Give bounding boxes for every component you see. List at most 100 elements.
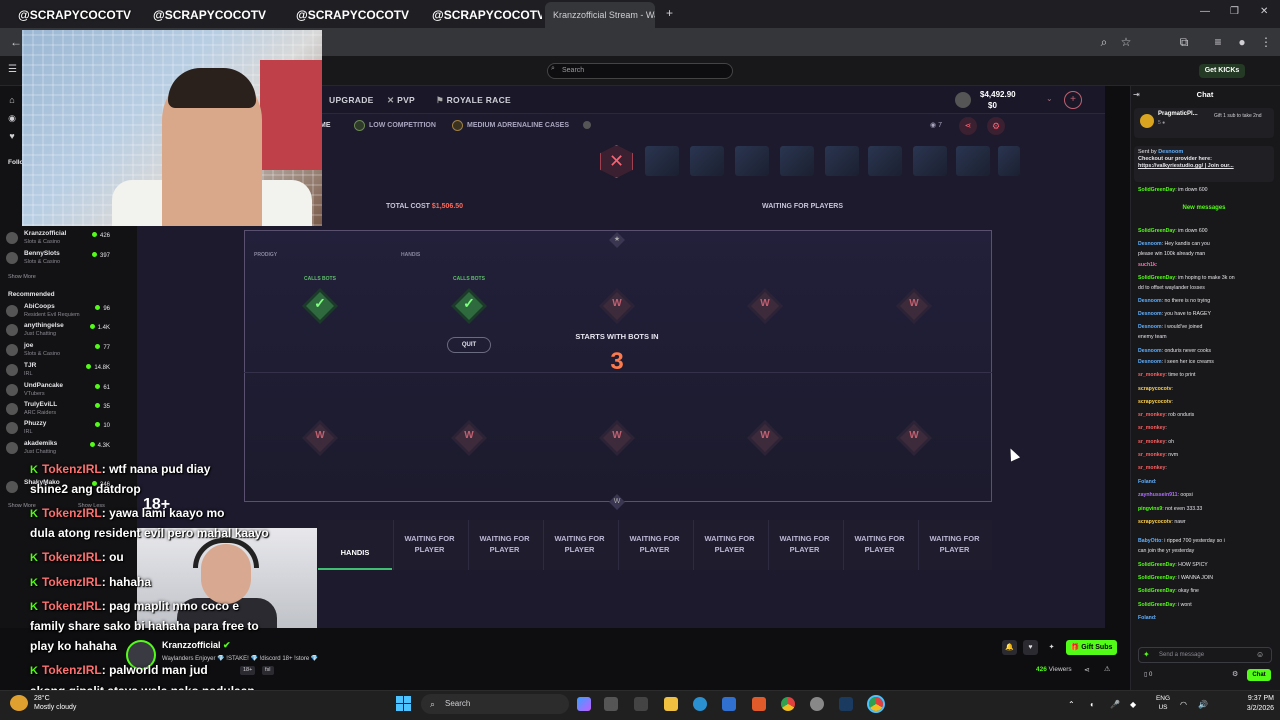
nav-pvp[interactable]: ✕ PVP (387, 95, 415, 106)
menu-dots-icon[interactable]: ⋮ (1258, 34, 1274, 50)
chat-username[interactable]: scrapycocotv (1138, 519, 1171, 525)
chat-username[interactable]: SolidGreenDay (1138, 275, 1175, 281)
chat-username[interactable]: zaynhussein911 (1138, 492, 1178, 498)
close-window-icon[interactable]: ✕ (1260, 6, 1268, 17)
tab-active[interactable]: Kranzzofficial Stream - Watc (545, 2, 655, 28)
search-input[interactable]: Search (547, 63, 733, 79)
info-icon[interactable] (583, 121, 591, 129)
maximize-icon[interactable]: ❐ (1230, 6, 1239, 17)
chat-username[interactable]: sr_monkey (1138, 465, 1165, 471)
chat-username[interactable]: SolidGreenDay (1138, 562, 1175, 568)
hamburger-icon[interactable]: ☰ (8, 64, 17, 75)
chat-username[interactable]: SolidGreenDay (1138, 187, 1175, 193)
share-icon[interactable]: ⋖ (959, 117, 977, 135)
volume-icon[interactable]: 🔊 (1198, 700, 1208, 709)
stream-tag[interactable]: fsl (262, 666, 274, 675)
media-icon[interactable]: ≡ (1210, 34, 1226, 50)
chat-username[interactable]: BabyOtto (1138, 538, 1161, 544)
chat-settings-icon[interactable]: ⚙ (1232, 670, 1238, 678)
nav-royale-race[interactable]: ⚑ ROYALE RACE (436, 95, 511, 106)
chat-username[interactable]: SolidGreenDay (1138, 575, 1175, 581)
new-messages-divider[interactable]: New messages (1134, 205, 1274, 211)
gift-subs-button[interactable]: 🎁 Gift Subs (1066, 640, 1117, 655)
steam-icon[interactable] (839, 697, 853, 711)
add-funds-icon[interactable]: + (1064, 91, 1082, 109)
wifi-icon[interactable]: ◠ (1180, 700, 1187, 709)
bookmark-star-icon[interactable]: ☆ (1118, 34, 1134, 50)
weather-widget[interactable]: 28°C Mostly cloudy (34, 694, 76, 712)
tray-chevron-icon[interactable]: ⌃ (1068, 700, 1075, 709)
streamer-name[interactable]: Kranzzofficial ✔ (162, 640, 231, 651)
extensions-icon[interactable]: ⧉ (1176, 34, 1192, 50)
chat-username[interactable]: SolidGreenDay (1138, 228, 1175, 234)
weather-icon[interactable] (10, 695, 28, 711)
recommended-channel[interactable]: akademiks Just Chatting 4.3K (6, 440, 110, 458)
bell-icon[interactable]: 🔔 (1002, 640, 1017, 655)
taskbar-search[interactable]: Search (421, 694, 569, 714)
chat-username[interactable]: SolidGreenDay (1138, 588, 1175, 594)
recommended-channel[interactable]: joe Slots & Casino 77 (6, 342, 110, 360)
followed-channel[interactable]: BennySlots Slots & Casino 397 (6, 250, 110, 268)
stream-tag[interactable]: 18+ (240, 666, 256, 675)
minimize-icon[interactable]: — (1200, 6, 1210, 17)
chat-username[interactable]: sr_monkey (1138, 452, 1165, 458)
emoji-icon[interactable]: ☺ (1256, 650, 1264, 659)
microphone-icon[interactable]: 🎤 (1110, 700, 1120, 709)
report-icon[interactable]: ⚠ (1104, 665, 1110, 673)
chat-username[interactable]: Desnoom (1138, 241, 1162, 247)
file-explorer-icon[interactable] (664, 697, 678, 711)
new-tab-icon[interactable]: + (666, 6, 673, 20)
chat-username[interactable]: Desnoom (1138, 298, 1162, 304)
chrome-active-icon[interactable] (867, 695, 885, 713)
chat-username[interactable]: Desnoom (1138, 348, 1162, 354)
chat-username[interactable]: Desnoom (1138, 311, 1162, 317)
edge-icon[interactable] (693, 697, 707, 711)
recommended-channel[interactable]: TrulyEviLL ARC Raiders 35 (6, 401, 110, 419)
chat-username[interactable]: sr_monkey (1138, 439, 1165, 445)
recommended-channel[interactable]: TJR IRL 14.8K (6, 362, 110, 380)
tab-4[interactable]: @SCRAPYCOCOTV (424, 2, 542, 28)
chat-username[interactable]: such1k (1138, 262, 1156, 268)
chat-username[interactable]: Foland (1138, 479, 1155, 485)
app-icon[interactable] (810, 697, 824, 711)
empty-slot[interactable]: W (896, 288, 932, 324)
chat-username[interactable]: scrapycocotv (1138, 399, 1171, 405)
nav-upgrade[interactable]: UPGRADE (329, 95, 374, 105)
promo-link[interactable]: https://valkyriestudio.gg/ | Join our... (1138, 163, 1270, 170)
chat-username[interactable]: sr_monkey (1138, 412, 1165, 418)
empty-slot[interactable]: W (599, 420, 635, 456)
zoom-icon[interactable]: ⌕ (1096, 34, 1112, 50)
empty-slot[interactable]: W (896, 420, 932, 456)
send-message-input[interactable]: Send a message (1138, 647, 1272, 663)
show-more-link[interactable]: Show More (8, 274, 36, 280)
windows-start-icon[interactable] (396, 696, 412, 712)
tab-1[interactable]: @SCRAPYCOCOTV (10, 2, 140, 28)
system-clock[interactable]: 9:37 PM 3/2/2026 (1218, 694, 1274, 714)
brave-icon[interactable] (752, 697, 766, 711)
app-icon[interactable] (634, 697, 648, 711)
tray-app-icon[interactable]: ◐ (1090, 700, 1095, 709)
recommended-channel[interactable]: AbiCoops Resident Evil Requiem 96 (6, 303, 110, 321)
chevron-down-icon[interactable]: ⌄ (1046, 94, 1053, 103)
tab-2[interactable]: @SCRAPYCOCOTV (145, 2, 285, 28)
share-icon[interactable]: ⋖ (1084, 666, 1090, 674)
followed-channel[interactable]: Kranzzofficial Slots & Casino 426 (6, 230, 110, 248)
avatar[interactable] (955, 92, 971, 108)
empty-slot[interactable]: W (747, 288, 783, 324)
empty-slot[interactable]: W (747, 420, 783, 456)
tab-3[interactable]: @SCRAPYCOCOTV (288, 2, 420, 28)
chat-username[interactable]: sr_monkey (1138, 372, 1165, 378)
empty-slot[interactable]: W (302, 420, 338, 456)
chat-username[interactable]: Desnoom (1138, 359, 1162, 365)
chat-username[interactable]: Desnoom (1138, 324, 1162, 330)
app-icon[interactable] (604, 697, 618, 711)
empty-slot[interactable]: W (451, 420, 487, 456)
home-icon[interactable]: ⌂ (6, 94, 18, 106)
chat-username[interactable]: pingvins9 (1138, 506, 1162, 512)
copilot-icon[interactable] (577, 697, 591, 711)
profile-avatar[interactable]: ● (1234, 34, 1250, 50)
chat-username[interactable]: scrapycocotv (1138, 386, 1171, 392)
chat-username[interactable]: SolidGreenDay (1138, 602, 1175, 608)
sparkle-icon[interactable]: ✦ (1044, 640, 1059, 655)
quit-button[interactable]: QUIT (447, 337, 491, 353)
